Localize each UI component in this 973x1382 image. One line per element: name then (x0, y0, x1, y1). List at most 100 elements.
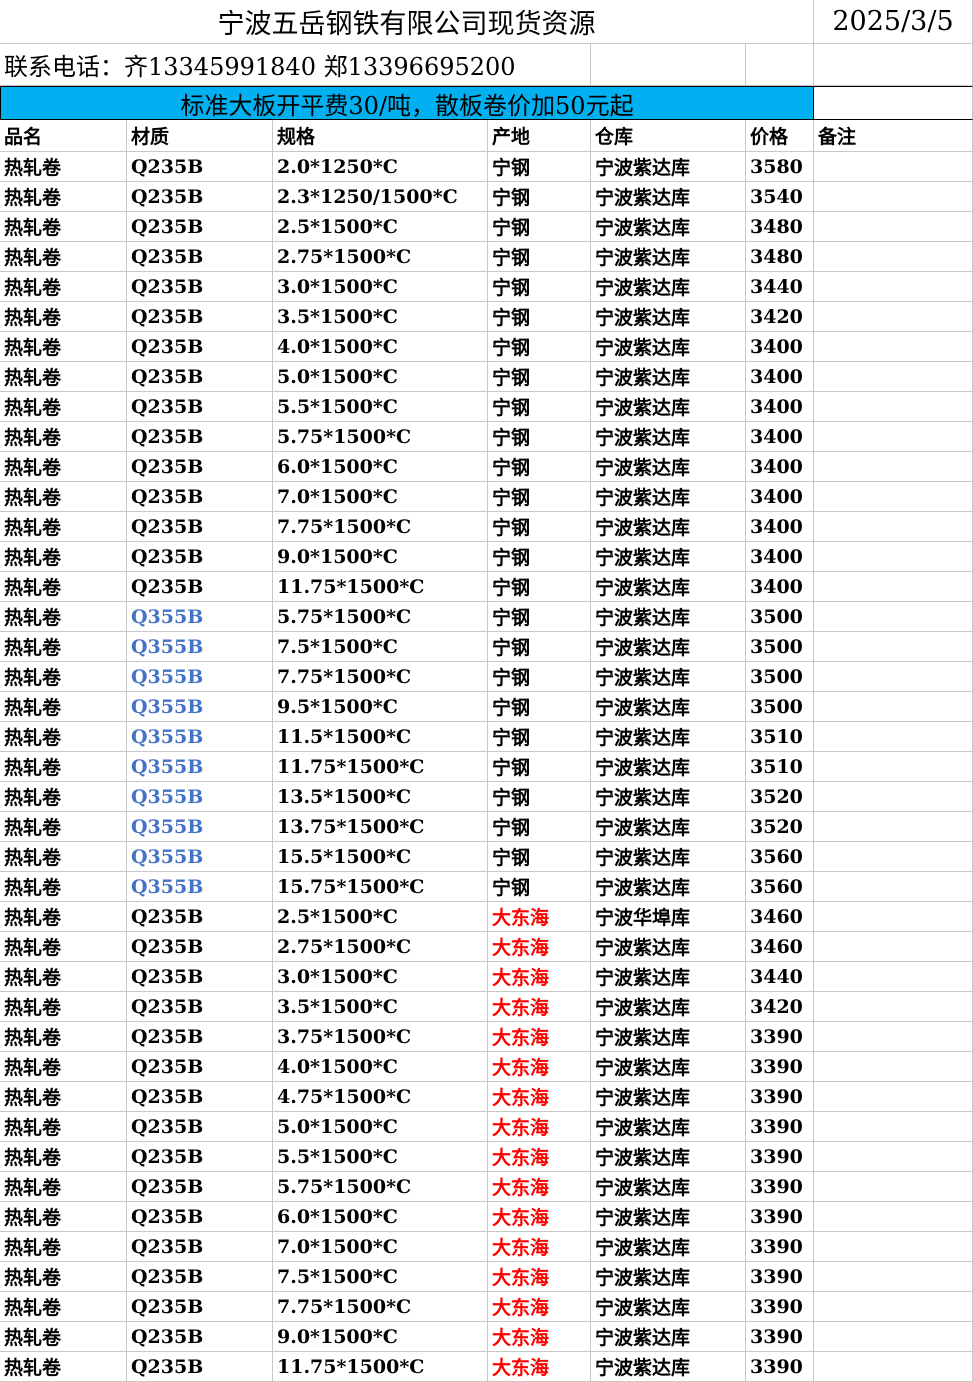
cell-name[interactable]: 热轧卷 (0, 1232, 127, 1262)
cell-name[interactable]: 热轧卷 (0, 272, 127, 302)
cell-material[interactable]: Q235B (127, 542, 273, 572)
cell-material[interactable]: Q235B (127, 452, 273, 482)
cell-price[interactable]: 3560 (746, 872, 814, 902)
cell-origin[interactable]: 宁钢 (488, 212, 591, 242)
cell-spec[interactable]: 2.75*1500*C (273, 932, 488, 962)
cell-spec[interactable]: 7.75*1500*C (273, 662, 488, 692)
cell-origin[interactable]: 宁钢 (488, 602, 591, 632)
cell-spec[interactable]: 4.75*1500*C (273, 1082, 488, 1112)
cell-origin[interactable]: 宁钢 (488, 362, 591, 392)
cell-warehouse[interactable]: 宁波紫达库 (591, 1022, 746, 1052)
cell-origin[interactable]: 大东海 (488, 1112, 591, 1142)
cell-price[interactable]: 3400 (746, 572, 814, 602)
cell-price[interactable]: 3400 (746, 542, 814, 572)
cell-note[interactable] (814, 512, 973, 542)
cell-origin[interactable]: 大东海 (488, 1232, 591, 1262)
cell-origin[interactable]: 宁钢 (488, 422, 591, 452)
cell-price[interactable]: 3500 (746, 662, 814, 692)
cell-origin[interactable]: 宁钢 (488, 662, 591, 692)
cell-note[interactable] (814, 1142, 973, 1172)
column-header-note[interactable]: 备注 (814, 120, 973, 152)
cell-material[interactable]: Q235B (127, 332, 273, 362)
cell-name[interactable]: 热轧卷 (0, 1172, 127, 1202)
cell-name[interactable]: 热轧卷 (0, 152, 127, 182)
cell-spec[interactable]: 15.5*1500*C (273, 842, 488, 872)
cell-warehouse[interactable]: 宁波紫达库 (591, 272, 746, 302)
cell-price[interactable]: 3400 (746, 332, 814, 362)
cell-warehouse[interactable]: 宁波紫达库 (591, 842, 746, 872)
cell-origin[interactable]: 大东海 (488, 1172, 591, 1202)
cell-material[interactable]: Q235B (127, 1052, 273, 1082)
cell-origin[interactable]: 宁钢 (488, 272, 591, 302)
cell-warehouse[interactable]: 宁波紫达库 (591, 812, 746, 842)
cell-name[interactable]: 热轧卷 (0, 512, 127, 542)
cell-origin[interactable]: 大东海 (488, 1262, 591, 1292)
empty-cell[interactable] (591, 44, 746, 86)
cell-note[interactable] (814, 422, 973, 452)
cell-note[interactable] (814, 992, 973, 1022)
cell-price[interactable]: 3390 (746, 1142, 814, 1172)
cell-price[interactable]: 3390 (746, 1022, 814, 1052)
cell-price[interactable]: 3390 (746, 1232, 814, 1262)
cell-material[interactable]: Q235B (127, 1022, 273, 1052)
cell-name[interactable]: 热轧卷 (0, 302, 127, 332)
cell-note[interactable] (814, 1022, 973, 1052)
cell-warehouse[interactable]: 宁波紫达库 (591, 932, 746, 962)
cell-price[interactable]: 3400 (746, 482, 814, 512)
cell-name[interactable]: 热轧卷 (0, 1352, 127, 1382)
cell-material[interactable]: Q355B (127, 842, 273, 872)
cell-spec[interactable]: 5.5*1500*C (273, 1142, 488, 1172)
cell-spec[interactable]: 11.5*1500*C (273, 722, 488, 752)
cell-note[interactable] (814, 302, 973, 332)
cell-name[interactable]: 热轧卷 (0, 452, 127, 482)
cell-note[interactable] (814, 1172, 973, 1202)
cell-price[interactable]: 3400 (746, 392, 814, 422)
cell-material[interactable]: Q235B (127, 1322, 273, 1352)
cell-material[interactable]: Q235B (127, 572, 273, 602)
cell-warehouse[interactable]: 宁波紫达库 (591, 422, 746, 452)
cell-spec[interactable]: 7.5*1500*C (273, 632, 488, 662)
cell-name[interactable]: 热轧卷 (0, 1202, 127, 1232)
cell-origin[interactable]: 大东海 (488, 932, 591, 962)
cell-origin[interactable]: 大东海 (488, 1322, 591, 1352)
cell-warehouse[interactable]: 宁波华埠库 (591, 902, 746, 932)
cell-spec[interactable]: 9.0*1500*C (273, 542, 488, 572)
cell-spec[interactable]: 11.75*1500*C (273, 572, 488, 602)
cell-material[interactable]: Q235B (127, 992, 273, 1022)
cell-material[interactable]: Q235B (127, 1172, 273, 1202)
cell-origin[interactable]: 宁钢 (488, 752, 591, 782)
cell-warehouse[interactable]: 宁波紫达库 (591, 1292, 746, 1322)
cell-note[interactable] (814, 452, 973, 482)
cell-material[interactable]: Q235B (127, 272, 273, 302)
cell-price[interactable]: 3400 (746, 362, 814, 392)
cell-note[interactable] (814, 722, 973, 752)
cell-material[interactable]: Q235B (127, 1232, 273, 1262)
cell-spec[interactable]: 9.0*1500*C (273, 1322, 488, 1352)
cell-spec[interactable]: 6.0*1500*C (273, 452, 488, 482)
cell-origin[interactable]: 宁钢 (488, 482, 591, 512)
cell-name[interactable]: 热轧卷 (0, 542, 127, 572)
cell-spec[interactable]: 2.3*1250/1500*C (273, 182, 488, 212)
cell-note[interactable] (814, 872, 973, 902)
cell-price[interactable]: 3400 (746, 422, 814, 452)
cell-warehouse[interactable]: 宁波紫达库 (591, 152, 746, 182)
cell-price[interactable]: 3580 (746, 152, 814, 182)
notice-cell[interactable]: 标准大板开平费30/吨，散板卷价加50元起 (0, 86, 814, 120)
cell-origin[interactable]: 宁钢 (488, 182, 591, 212)
column-header-warehouse[interactable]: 仓库 (591, 120, 746, 152)
cell-name[interactable]: 热轧卷 (0, 932, 127, 962)
cell-material[interactable]: Q355B (127, 722, 273, 752)
cell-warehouse[interactable]: 宁波紫达库 (591, 1112, 746, 1142)
cell-name[interactable]: 热轧卷 (0, 392, 127, 422)
cell-spec[interactable]: 2.0*1250*C (273, 152, 488, 182)
cell-name[interactable]: 热轧卷 (0, 1082, 127, 1112)
cell-spec[interactable]: 11.75*1500*C (273, 1352, 488, 1382)
cell-material[interactable]: Q235B (127, 482, 273, 512)
cell-spec[interactable]: 5.5*1500*C (273, 392, 488, 422)
cell-material[interactable]: Q355B (127, 752, 273, 782)
cell-warehouse[interactable]: 宁波紫达库 (591, 1262, 746, 1292)
cell-spec[interactable]: 7.75*1500*C (273, 1292, 488, 1322)
cell-price[interactable]: 3400 (746, 512, 814, 542)
cell-origin[interactable]: 宁钢 (488, 782, 591, 812)
cell-warehouse[interactable]: 宁波紫达库 (591, 1142, 746, 1172)
